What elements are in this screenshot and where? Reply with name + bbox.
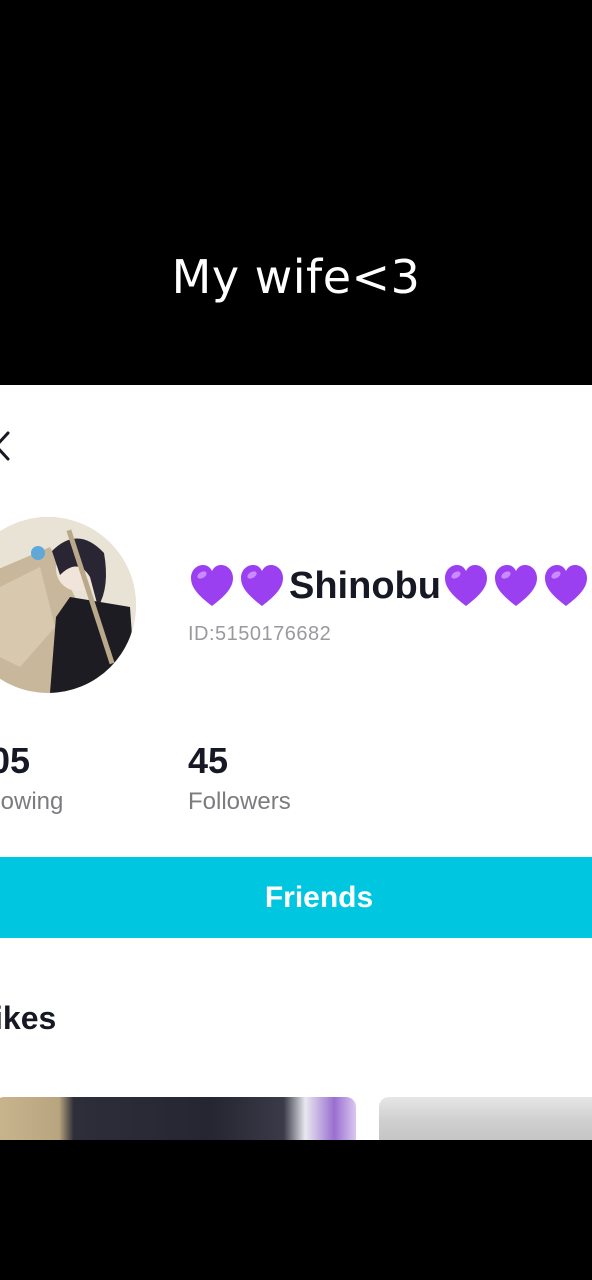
likes-heading[interactable]: ikes [0,1000,56,1037]
followers-count: 45 [188,740,229,781]
liked-video-thumbnail[interactable] [379,1097,592,1140]
purple-heart-icon [444,565,487,606]
followers-label: Followers [188,788,291,815]
profile-screen: Shinobu ID:5150176682 05 llowing 45 Foll… [0,385,592,1140]
purple-heart-icon [191,565,233,606]
friends-button[interactable]: Friends [0,857,592,938]
purple-heart-icon [241,565,283,606]
video-caption: My wife<3 [171,250,421,304]
followers-stat[interactable]: 45 Followers [188,740,291,816]
display-name-row: Shinobu [189,563,592,609]
avatar[interactable] [0,517,136,693]
following-stat[interactable]: 05 llowing [0,740,63,816]
liked-video-thumbnail[interactable] [0,1097,356,1140]
following-count: 05 [0,740,31,781]
avatar-image [0,517,136,693]
display-name: Shinobu [289,564,441,607]
video-frame: My wife<3 Shinobu ID:5150176682 05 owing… [0,0,592,1280]
purple-heart-icon [494,565,537,606]
following-label: llowing [0,788,64,815]
purple-heart-icon [544,565,587,606]
chevron-left-icon[interactable] [0,431,12,461]
user-id: ID:5150176682 [188,623,332,645]
